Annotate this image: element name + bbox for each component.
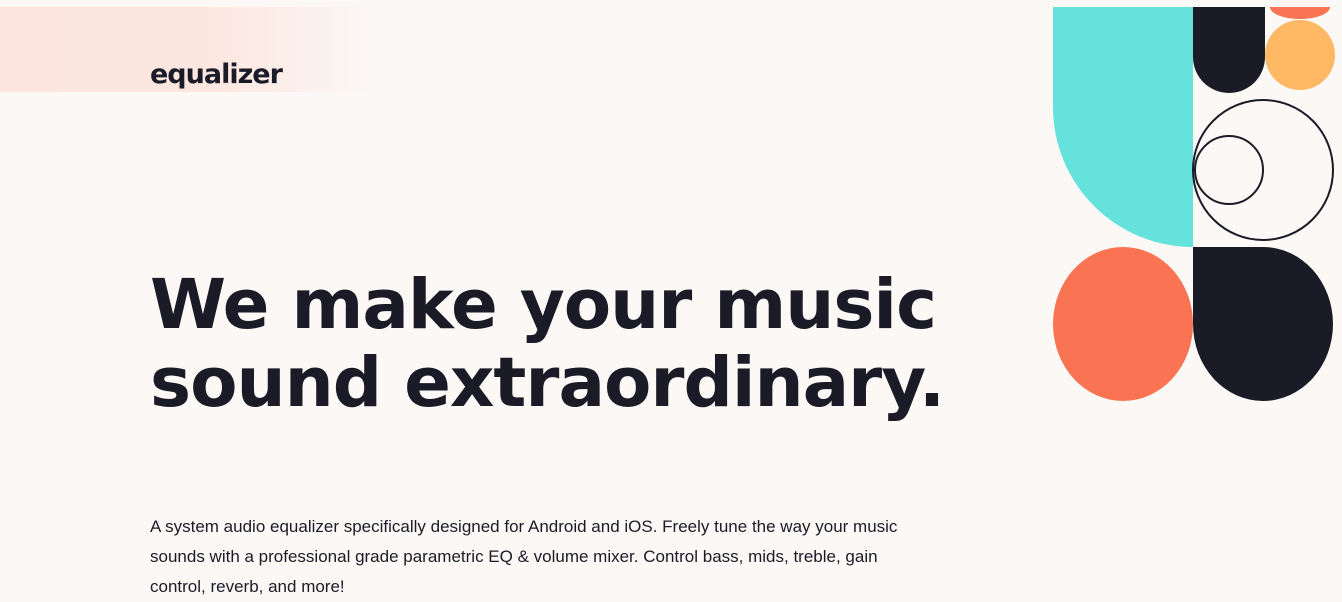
hero-description: A system audio equalizer specifically de… — [150, 517, 898, 596]
orange-circle — [1265, 20, 1335, 90]
dark-pill-shape — [1193, 7, 1265, 93]
coral-circle — [1053, 247, 1193, 401]
brand-logo[interactable]: equalizer — [150, 57, 283, 93]
coral-sliver-shape — [1270, 7, 1330, 19]
cyan-shape — [1053, 7, 1193, 247]
dark-half-shape — [1193, 247, 1333, 401]
hero-headline: We make your music sound extraordinary. — [150, 265, 945, 423]
decorative-pattern — [1053, 7, 1335, 401]
small-ring — [1194, 135, 1264, 205]
